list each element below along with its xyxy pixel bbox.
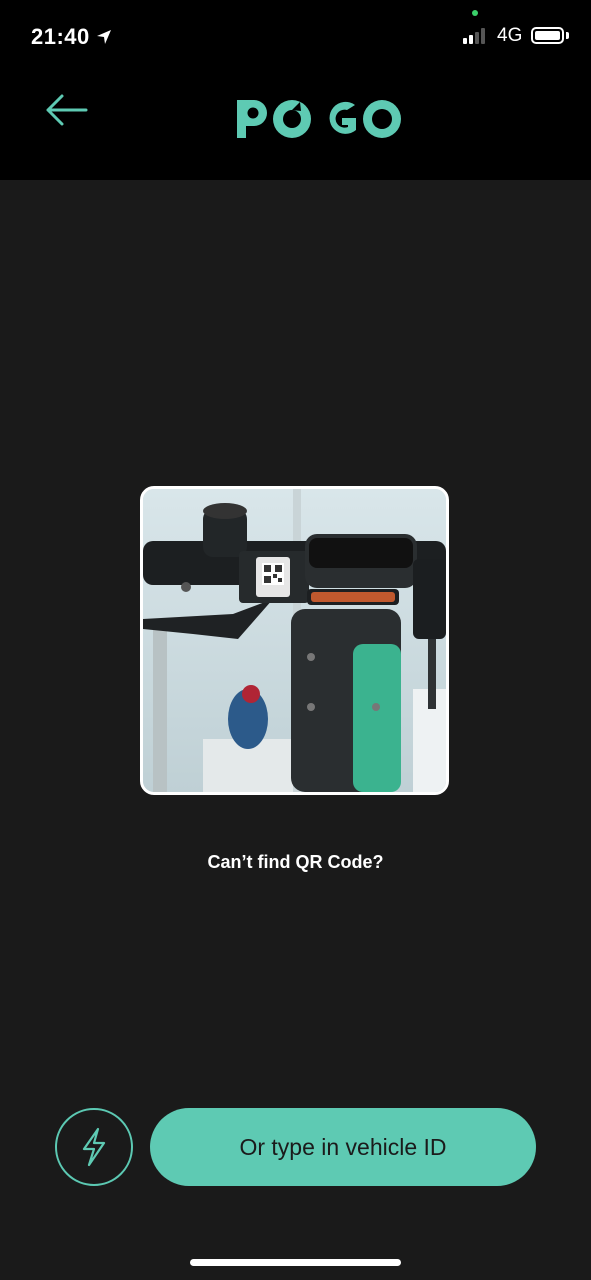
- network-type: 4G: [497, 25, 523, 46]
- battery-tip: [566, 32, 569, 39]
- pogo-logo: [237, 100, 401, 138]
- battery-icon: [531, 27, 564, 44]
- status-time-text: 21:40: [31, 24, 90, 49]
- scanner-view: Can’t find QR Code? Or type in vehicle I…: [0, 180, 591, 1280]
- status-bar: 21:40 4G: [0, 0, 591, 72]
- location-arrow-icon: [96, 30, 111, 44]
- back-button[interactable]: [40, 90, 94, 130]
- lightning-icon: [82, 1127, 106, 1167]
- status-time: 21:40: [31, 24, 112, 50]
- nav-bar: [0, 72, 591, 180]
- qr-scan-frame: [140, 486, 449, 795]
- flashlight-button[interactable]: [55, 1108, 133, 1186]
- scooter-handlebar-image: [143, 489, 446, 792]
- signal-icon: [463, 28, 485, 44]
- type-vehicle-id-button[interactable]: Or type in vehicle ID: [150, 1108, 536, 1186]
- privacy-indicator-dot: [472, 10, 478, 16]
- arrow-left-icon: [46, 94, 88, 126]
- home-indicator[interactable]: [190, 1259, 401, 1266]
- cant-find-qr-link[interactable]: Can’t find QR Code?: [0, 852, 591, 873]
